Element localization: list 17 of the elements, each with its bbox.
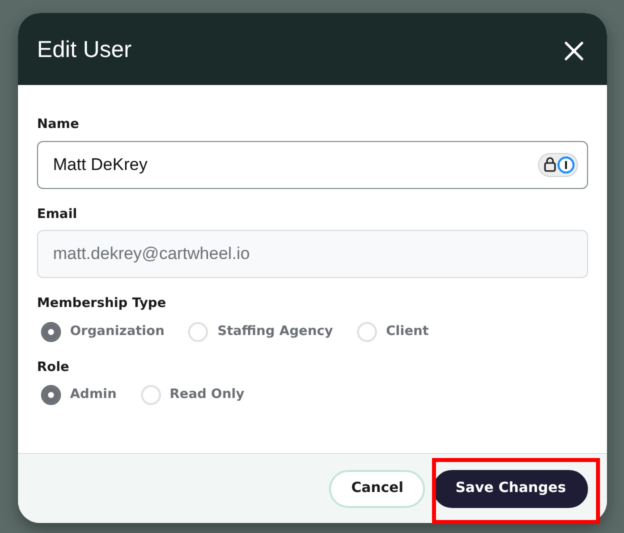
cancel-button[interactable]: Cancel [329,470,426,508]
radio-option[interactable]: Client [357,322,429,342]
close-icon [563,40,585,62]
password-manager-icon[interactable] [538,152,578,176]
dialog-title: Edit User [37,34,132,64]
save-button[interactable]: Save Changes [433,470,588,508]
input-field[interactable]: Matt DeKrey [37,140,588,188]
radio-button[interactable] [41,322,61,342]
group-label: Role [37,358,70,376]
radio-button[interactable] [41,385,61,405]
field-label: Name [37,116,80,134]
group-label: Membership Type [37,295,168,313]
radio-option[interactable]: Read Only [140,385,244,405]
radio-option[interactable]: Admin [41,385,117,405]
radio-option[interactable]: Organization [41,322,164,342]
field-label: Email [37,206,78,224]
radio-option[interactable]: Staffing Agency [188,322,334,342]
